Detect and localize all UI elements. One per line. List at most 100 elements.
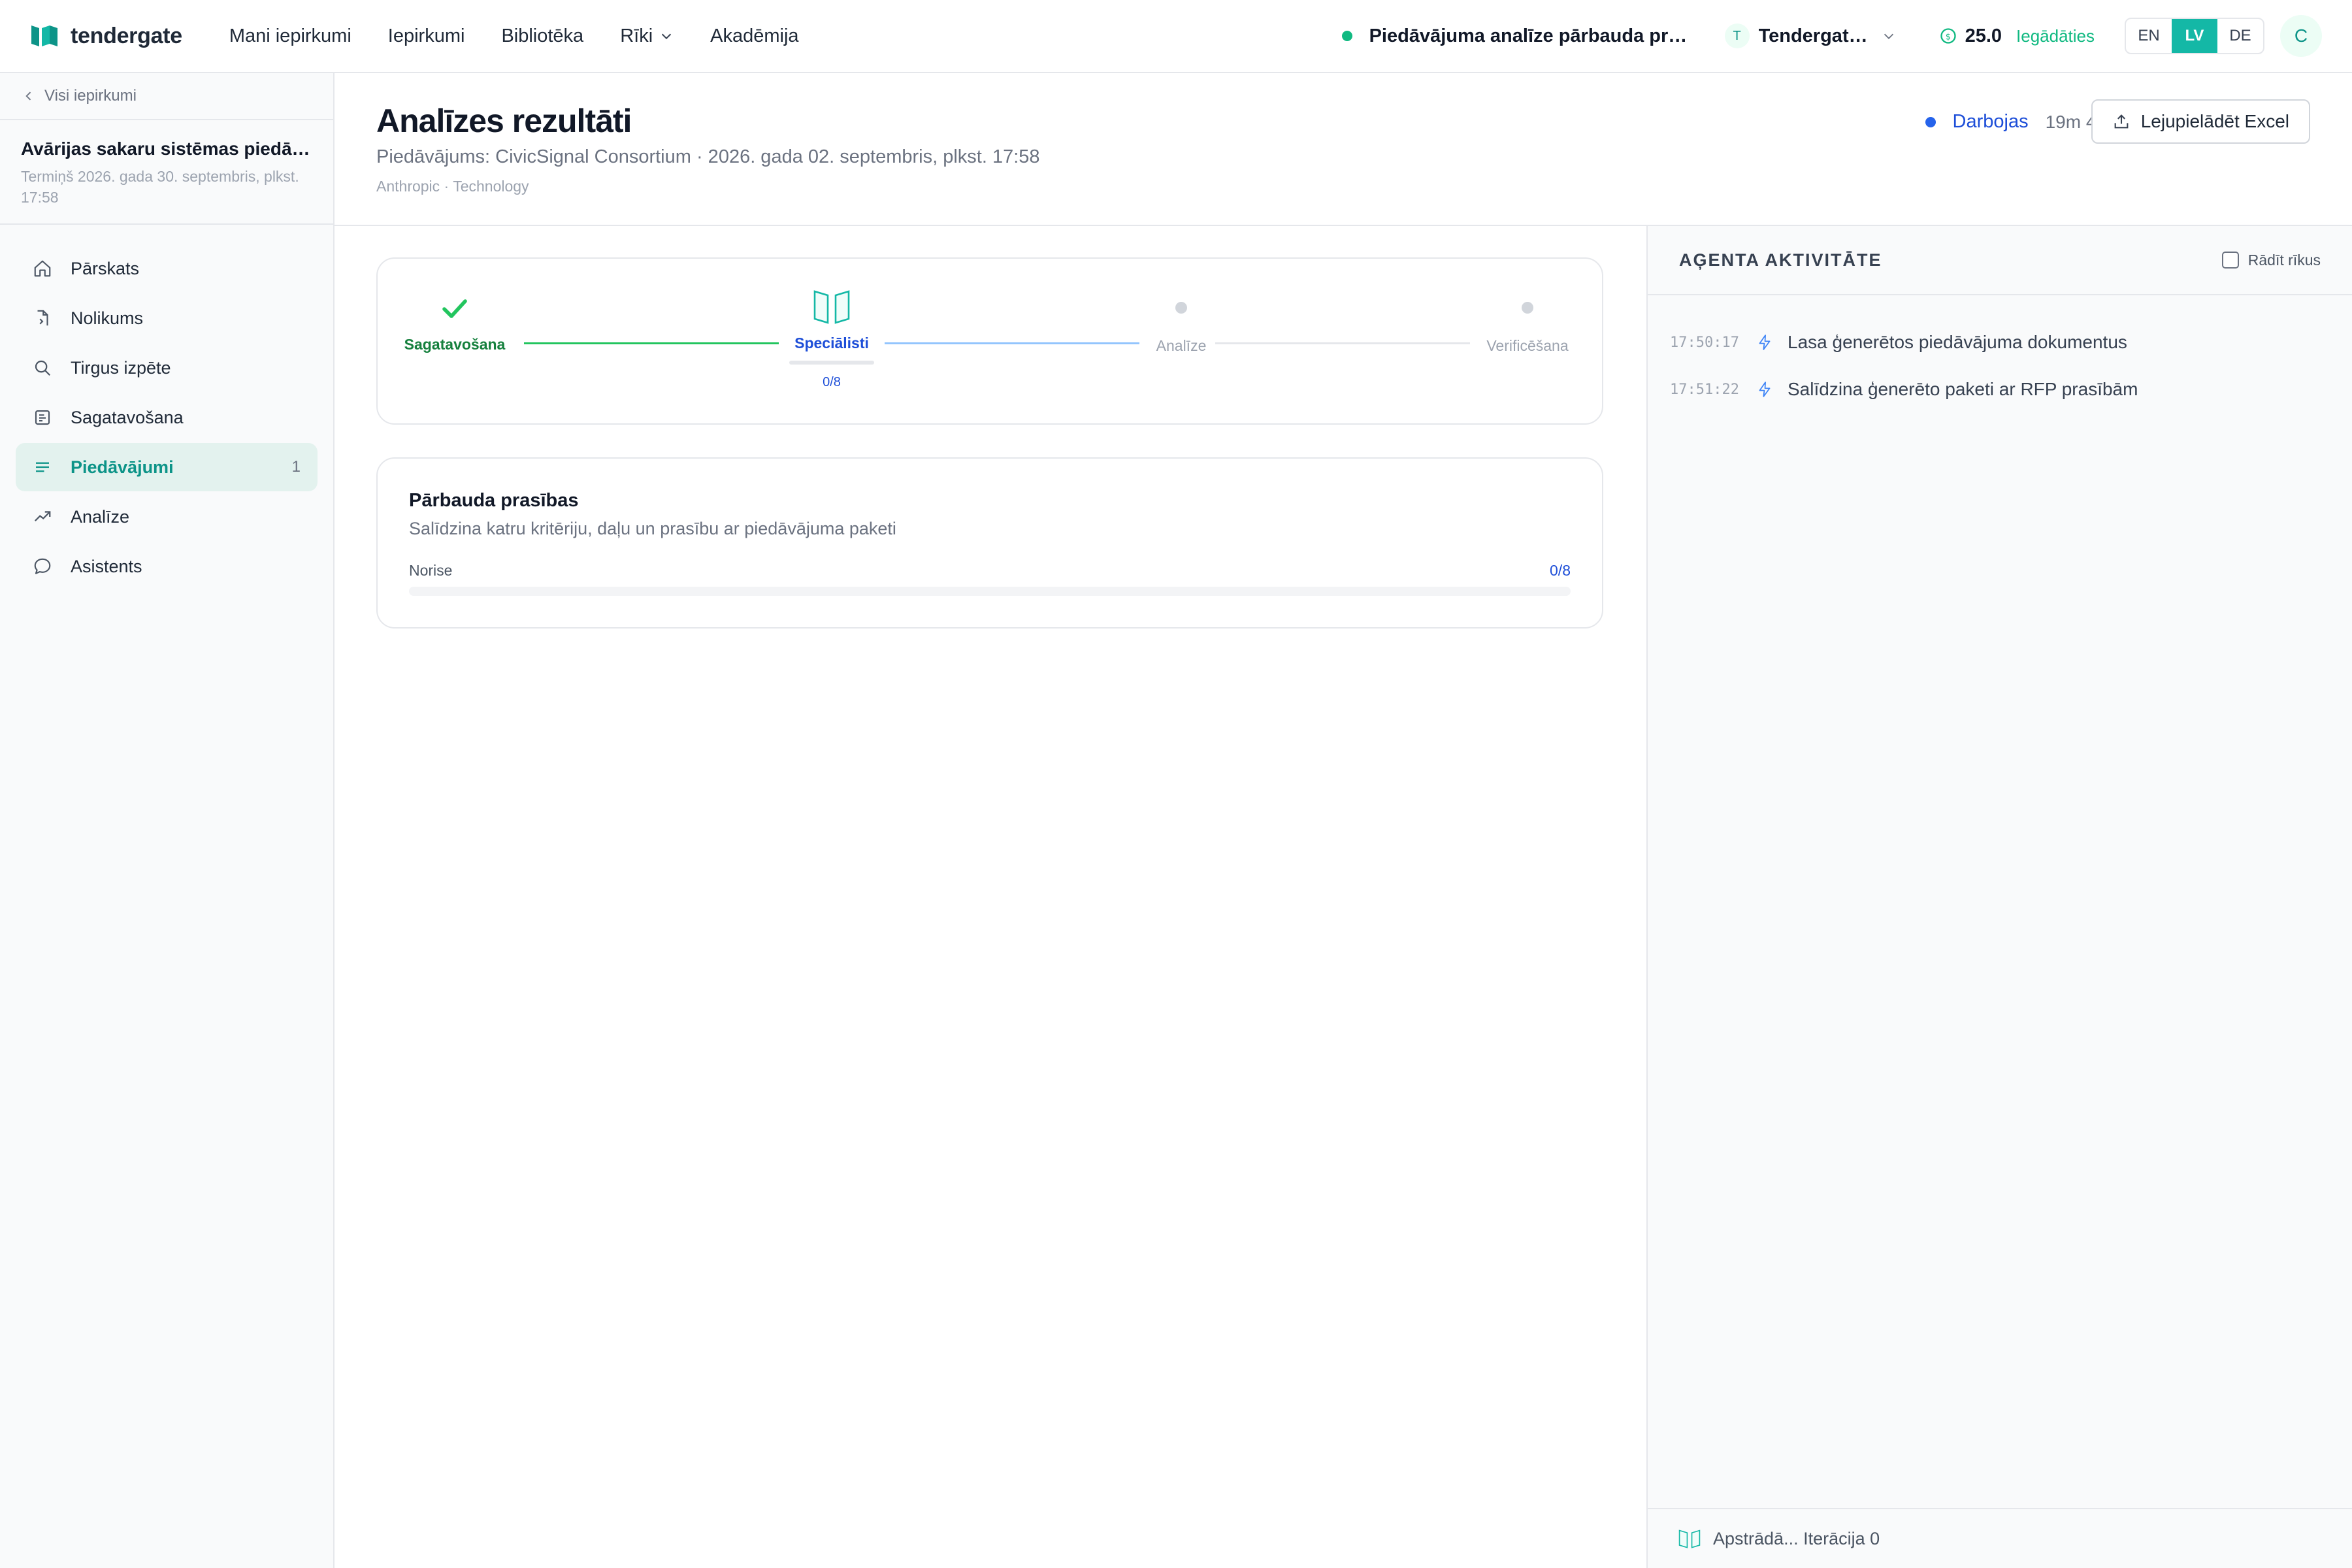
log-timestamp: 17:51:22 — [1670, 381, 1739, 398]
task-description: Salīdzina katru kritēriju, daļu un prasī… — [409, 519, 896, 538]
home-icon — [34, 260, 51, 277]
sidebar-item-label: Asistents — [71, 556, 142, 576]
buy-credits-link[interactable]: Iegādāties — [2016, 26, 2095, 46]
step-label: Verificēšana — [1486, 337, 1569, 354]
nav-library[interactable]: Bibliotēka — [501, 25, 583, 47]
step-progress-bar — [789, 361, 874, 365]
search-icon — [35, 360, 51, 376]
document-icon — [37, 310, 48, 326]
agent-activity-panel: AĢENTA AKTIVITĀTE Rādīt rīkus 17:50:17 L… — [1646, 226, 2352, 1568]
top-right-controls: Piedāvājuma analīze pārbauda prasības T … — [1341, 15, 2322, 57]
sidebar-item-market-research[interactable]: Tirgus izpēte — [16, 344, 318, 392]
back-link-label: Visi iepirkumi — [44, 87, 137, 105]
nav-tools-label: Rīki — [620, 25, 653, 46]
running-indicator-icon — [1925, 116, 1936, 127]
bids-count-badge: 1 — [291, 458, 301, 476]
step-label: Sagatavošana — [404, 336, 506, 353]
pipeline-stepper: Sagatavošana Speciālisti 0/8 Analīze Ver… — [376, 257, 1603, 425]
checkmark-icon — [442, 299, 467, 318]
task-title: Pārbauda prasības — [409, 490, 579, 511]
activity-log: 17:50:17 Lasa ģenerētos piedāvājuma doku… — [1648, 295, 2352, 413]
analysis-content: Sagatavošana Speciālisti 0/8 Analīze Ver… — [335, 226, 1646, 1568]
log-message: Salīdzina ģenerēto paketi ar RFP prasībā… — [1788, 379, 2138, 399]
lang-de-button[interactable]: DE — [2217, 19, 2263, 53]
download-excel-label: Lejupielādēt Excel — [2140, 111, 2289, 131]
app-root: tendergate Mani iepirkumi Iepirkumi Bibl… — [0, 0, 2352, 1568]
lang-lv-button[interactable]: LV — [2172, 19, 2217, 53]
sidebar-item-label: Tirgus izpēte — [71, 357, 171, 378]
task-progress-bar — [409, 587, 1571, 596]
background-task-status[interactable]: Piedāvājuma analīze pārbauda prasības — [1369, 25, 1696, 47]
sidebar-item-preparation[interactable]: Sagatavošana — [16, 393, 318, 442]
list-item: 17:50:17 Lasa ģenerētos piedāvājuma doku… — [1648, 319, 2352, 366]
activity-header: AĢENTA AKTIVITĀTE Rādīt rīkus — [1648, 226, 2352, 295]
step-connector-done — [524, 342, 779, 344]
brand-logo-icon — [31, 25, 57, 46]
nav-academy[interactable]: Akadēmija — [710, 25, 798, 47]
upload-icon — [2114, 114, 2129, 129]
step-connector-active — [885, 342, 1139, 344]
brand[interactable]: tendergate — [30, 23, 182, 49]
step-label: Analīze — [1156, 337, 1207, 354]
book-open-icon — [1678, 1529, 1701, 1548]
sidebar-item-label: Pārskats — [71, 258, 140, 278]
nav-procurements[interactable]: Iepirkumi — [388, 25, 465, 47]
language-switcher: EN LV DE — [2125, 18, 2264, 54]
org-avatar: T — [1724, 24, 1750, 48]
lang-en-button[interactable]: EN — [2126, 19, 2172, 53]
brand-name: tendergate — [71, 23, 182, 48]
sidebar-item-overview[interactable]: Pārskats — [16, 244, 318, 293]
sidebar-item-analysis[interactable]: Analīze — [16, 493, 318, 541]
chat-icon — [34, 558, 51, 574]
activity-footer: Apstrādā... Iterācija 0 — [1648, 1508, 2352, 1568]
current-task-card: Pārbauda prasības Salīdzina katru kritēr… — [376, 457, 1603, 629]
project-title: Avārijas sakaru sistēmas piedāvājums — [21, 139, 312, 159]
processing-status: Apstrādā... Iterācija 0 — [1713, 1528, 1880, 1548]
step-progress-count: 0/8 — [823, 375, 841, 389]
top-navigation: tendergate Mani iepirkumi Iepirkumi Bibl… — [0, 0, 2352, 73]
page-title: Analīzes rezultāti — [376, 103, 632, 139]
coin-icon: $ — [1940, 28, 1956, 44]
show-tools-checkbox[interactable] — [2221, 252, 2239, 269]
lightning-icon — [1759, 335, 1771, 350]
show-tools-toggle[interactable]: Rādīt rīkus — [2221, 252, 2321, 269]
step-label: Speciālisti — [794, 335, 869, 351]
run-status-label: Darbojas — [1952, 111, 2029, 132]
sidebar-menu: Pārskats Nolikums Tirgus izpēte Sagatavo… — [0, 225, 333, 612]
bid-subtitle: Piedāvājums: CivicSignal Consortium · 20… — [376, 146, 1040, 167]
page-header: Analīzes rezultāti Piedāvājums: CivicSig… — [335, 73, 2352, 226]
chevron-down-icon — [662, 33, 672, 40]
activity-title: AĢENTA AKTIVITĀTE — [1679, 250, 1882, 270]
sidebar-item-bids[interactable]: Piedāvājumi 1 — [16, 443, 318, 491]
pending-dot-icon — [1175, 302, 1187, 314]
lightning-icon — [1759, 382, 1771, 397]
download-excel-button[interactable]: Lejupielādēt Excel — [2091, 99, 2310, 144]
credits: $ 25.0 Iegādāties — [1939, 25, 2095, 47]
back-to-procurements-link[interactable]: Visi iepirkumi — [0, 73, 333, 120]
list-item: 17:51:22 Salīdzina ģenerēto paketi ar RF… — [1648, 366, 2352, 413]
project-deadline: Termiņš 2026. gada 30. septembris, plkst… — [21, 168, 299, 206]
org-switcher[interactable]: T Tendergate Shop — [1724, 24, 1896, 48]
credits-balance: 25.0 — [1965, 25, 2002, 46]
sidebar-item-label: Sagatavošana — [71, 407, 184, 427]
sidebar-item-label: Piedāvājumi — [71, 457, 174, 477]
book-open-icon — [813, 290, 850, 324]
nav-tools[interactable]: Rīki — [620, 25, 674, 47]
project-summary: Avārijas sakaru sistēmas piedāvājums Ter… — [0, 120, 333, 225]
log-timestamp: 17:50:17 — [1670, 334, 1739, 351]
run-status: Darbojas 19m 43s — [1925, 111, 2115, 133]
clipboard-icon — [35, 410, 50, 425]
list-icon — [36, 462, 49, 472]
main-nav: Mani iepirkumi Iepirkumi Bibliotēka Rīki… — [229, 25, 836, 47]
pending-dot-icon — [1522, 302, 1533, 314]
log-message: Lasa ģenerētos piedāvājuma dokumentus — [1788, 332, 2127, 352]
sidebar-item-regulations[interactable]: Nolikums — [16, 294, 318, 342]
sidebar-item-assistant[interactable]: Asistents — [16, 542, 318, 591]
status-indicator-icon — [1341, 31, 1352, 41]
user-avatar[interactable]: C — [2280, 15, 2322, 57]
sidebar-item-label: Nolikums — [71, 308, 144, 328]
sidebar-item-label: Analīze — [71, 506, 130, 527]
model-tags: Anthropic · Technology — [376, 178, 529, 195]
task-status: Norise — [409, 562, 453, 579]
nav-my-procurements[interactable]: Mani iepirkumi — [229, 25, 351, 47]
